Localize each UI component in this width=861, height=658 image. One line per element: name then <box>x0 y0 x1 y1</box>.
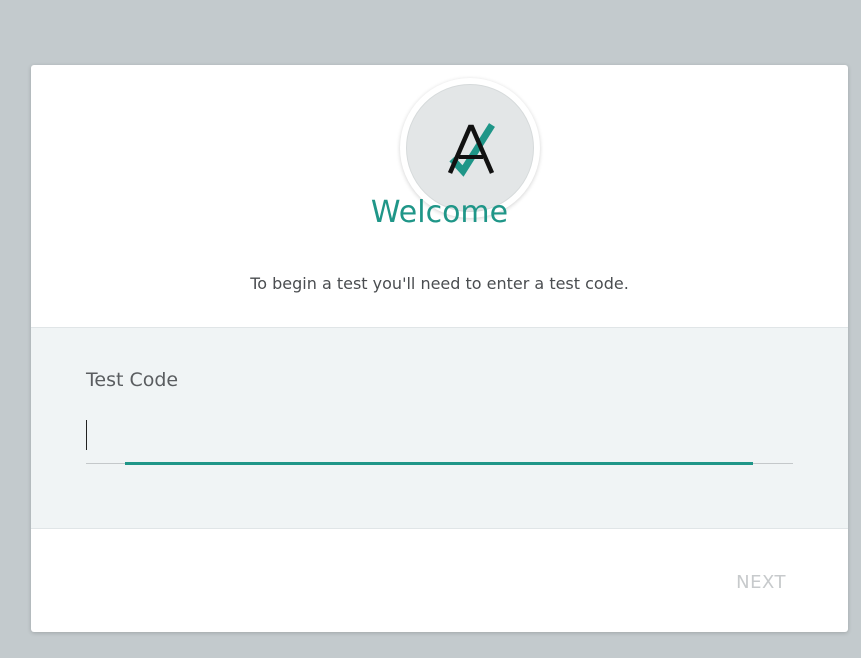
logo-inner-circle <box>406 84 534 212</box>
test-code-label: Test Code <box>86 369 179 391</box>
input-focus-underline <box>125 462 753 465</box>
test-code-input[interactable] <box>86 414 793 460</box>
a-check-logo-icon <box>447 123 495 177</box>
welcome-subtitle: To begin a test you'll need to enter a t… <box>250 274 629 293</box>
login-card: Welcome To begin a test you'll need to e… <box>31 65 848 632</box>
text-caret <box>86 420 87 450</box>
next-button[interactable]: NEXT <box>736 568 786 597</box>
test-code-form: Test Code <box>31 327 848 529</box>
welcome-title: Welcome <box>370 195 509 230</box>
